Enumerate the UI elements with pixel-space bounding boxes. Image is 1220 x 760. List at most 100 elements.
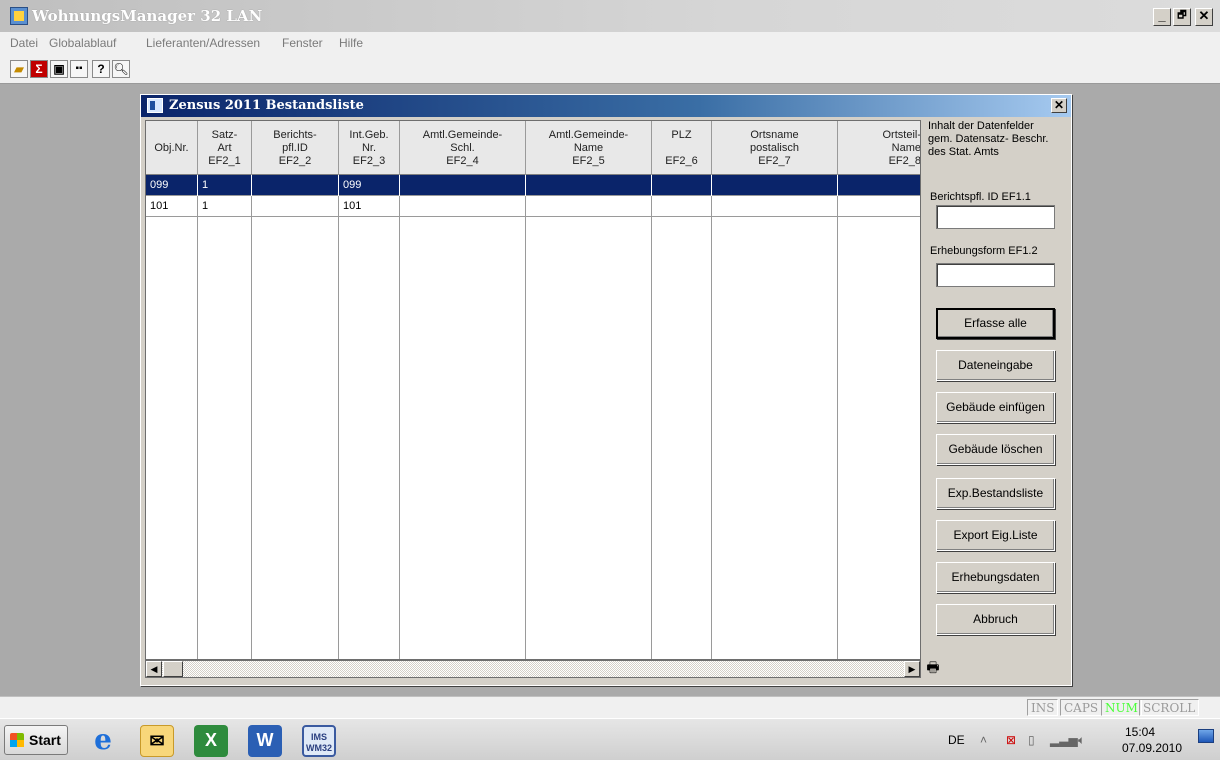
table-cell[interactable]: 099 bbox=[339, 175, 400, 196]
table-row[interactable]: 099 1 099 bbox=[146, 175, 920, 196]
network-error-icon[interactable]: ⊠ bbox=[1006, 733, 1016, 747]
column-header-line: Name bbox=[891, 141, 921, 154]
exp-bestandsliste-button[interactable]: Exp.Bestandsliste bbox=[936, 478, 1055, 509]
column-header-line: EF2_1 bbox=[208, 154, 241, 167]
column-header-line: EF2_6 bbox=[665, 154, 698, 167]
table-row[interactable]: 101 1 101 bbox=[146, 196, 920, 217]
erfasse-alle-button[interactable]: Erfasse alle bbox=[936, 308, 1055, 339]
gebaeude-einfuegen-button[interactable]: Gebäude einfügen bbox=[936, 392, 1055, 423]
column-header[interactable]: Obj.Nr. bbox=[146, 121, 198, 175]
grid-icon[interactable]: ▪▪ bbox=[70, 60, 88, 78]
column-divider bbox=[651, 175, 652, 659]
search-icon[interactable]: 🔍︎ bbox=[112, 60, 130, 78]
close-button[interactable]: ✕ bbox=[1195, 8, 1213, 26]
scroll-left-icon[interactable]: ◀ bbox=[146, 661, 162, 677]
abbruch-button[interactable]: Abbruch bbox=[936, 604, 1055, 635]
minimize-button[interactable]: _ bbox=[1153, 8, 1171, 26]
help-icon[interactable]: ? bbox=[92, 60, 110, 78]
column-header-line: Amtl.Gemeinde- bbox=[422, 128, 503, 141]
export-eig-liste-button[interactable]: Export Eig.Liste bbox=[936, 520, 1055, 551]
scrollbar-thumb[interactable] bbox=[163, 661, 183, 677]
table-cell[interactable] bbox=[838, 196, 920, 217]
table-cell[interactable] bbox=[838, 175, 920, 196]
table-cell[interactable]: 1 bbox=[198, 175, 252, 196]
table-cell[interactable]: 099 bbox=[146, 175, 198, 196]
child-title: Zensus 2011 Bestandsliste bbox=[169, 98, 364, 113]
horizontal-scrollbar[interactable]: ◀ ▶ bbox=[145, 660, 921, 678]
table-cell[interactable] bbox=[252, 196, 339, 217]
device-icon[interactable]: ▯ bbox=[1028, 733, 1035, 747]
column-header-line: Ortsname bbox=[750, 128, 799, 141]
table-cell[interactable] bbox=[712, 196, 838, 217]
table-cell[interactable] bbox=[400, 175, 526, 196]
table-cell[interactable]: 101 bbox=[146, 196, 198, 217]
column-header[interactable]: Satz- Art EF2_1 bbox=[198, 121, 252, 175]
close-icon[interactable]: ✕ bbox=[1051, 98, 1067, 113]
column-divider bbox=[338, 175, 339, 659]
word-icon[interactable]: W bbox=[248, 725, 282, 757]
menu-lieferanten-adressen[interactable]: Lieferanten/Adressen bbox=[146, 36, 260, 50]
clock-date[interactable]: 07.09.2010 bbox=[1116, 741, 1188, 755]
column-header-line: Satz- bbox=[211, 128, 238, 141]
volume-icon[interactable]: 🔈︎ bbox=[1078, 733, 1085, 748]
gebaeude-loeschen-button[interactable]: Gebäude löschen bbox=[936, 434, 1055, 465]
ins-indicator: INS bbox=[1027, 699, 1059, 716]
table-cell[interactable] bbox=[400, 196, 526, 217]
maximize-button[interactable]: 🗗 bbox=[1173, 8, 1191, 26]
column-header[interactable]: Int.Geb. Nr. EF2_3 bbox=[339, 121, 400, 175]
table-cell[interactable] bbox=[526, 196, 652, 217]
child-titlebar: Zensus 2011 Bestandsliste ✕ bbox=[141, 95, 1071, 117]
column-header[interactable]: Ortsname postalisch EF2_7 bbox=[712, 121, 838, 175]
system-tray: DE ˄ ⊠ ▯ ▂▃▅ 🔈︎ 15:04 07.09.2010 bbox=[940, 723, 1218, 757]
table-cell[interactable] bbox=[652, 175, 712, 196]
column-divider bbox=[711, 175, 712, 659]
open-folder-icon[interactable]: ▰ bbox=[10, 60, 28, 78]
save-icon[interactable]: ▣ bbox=[50, 60, 68, 78]
sum-icon[interactable]: Σ bbox=[30, 60, 48, 78]
signal-icon[interactable]: ▂▃▅ bbox=[1050, 733, 1078, 747]
bestandsliste-window: Zensus 2011 Bestandsliste ✕ Obj.Nr. Satz-… bbox=[140, 94, 1072, 686]
table-cell[interactable] bbox=[652, 196, 712, 217]
start-button[interactable]: Start bbox=[4, 725, 68, 755]
info-line: des Stat. Amts bbox=[928, 146, 999, 158]
column-header[interactable]: Amtl.Gemeinde- Name EF2_5 bbox=[526, 121, 652, 175]
language-indicator[interactable]: DE bbox=[948, 733, 965, 747]
column-header[interactable]: Amtl.Gemeinde- Schl. EF2_4 bbox=[400, 121, 526, 175]
column-header[interactable]: Ortsteil- Name EF2_8 bbox=[838, 121, 921, 175]
clock-time[interactable]: 15:04 bbox=[1092, 725, 1188, 739]
table-cell[interactable]: 101 bbox=[339, 196, 400, 217]
table-cell[interactable] bbox=[712, 175, 838, 196]
table-cell[interactable] bbox=[526, 175, 652, 196]
table-cell[interactable]: 1 bbox=[198, 196, 252, 217]
column-header-line: PLZ bbox=[671, 128, 692, 141]
dateneingabe-button[interactable]: Dateneingabe bbox=[936, 350, 1055, 381]
printer-icon[interactable]: 🖶︎ bbox=[923, 658, 943, 678]
internet-explorer-icon[interactable]: e bbox=[86, 725, 120, 757]
menubar: Datei Globalablauf Lieferanten/Adressen … bbox=[0, 32, 1220, 56]
outlook-icon[interactable]: ✉︎ bbox=[140, 725, 174, 757]
column-header[interactable]: PLZ EF2_6 bbox=[652, 121, 712, 175]
menu-globalablauf[interactable]: Globalablauf bbox=[49, 36, 116, 50]
info-line: gem. Datensatz- Beschr. bbox=[928, 133, 1049, 145]
show-desktop-button[interactable] bbox=[1198, 729, 1214, 743]
menu-datei[interactable]: Datei bbox=[10, 36, 38, 50]
menu-hilfe[interactable]: Hilfe bbox=[339, 36, 363, 50]
scroll-right-icon[interactable]: ▶ bbox=[904, 661, 920, 677]
erhebungsdaten-button[interactable]: Erhebungsdaten bbox=[936, 562, 1055, 593]
app-titlebar: WohnungsManager 32 LAN _ 🗗 ✕ bbox=[0, 0, 1220, 32]
column-header-line: EF2_3 bbox=[352, 154, 386, 167]
bestandsliste-grid[interactable]: Obj.Nr. Satz- Art EF2_1 Berichts-pfl.ID EF2_2… bbox=[145, 120, 921, 660]
berichtspfl-id-input[interactable] bbox=[936, 205, 1055, 229]
column-header-line: Berichts- bbox=[273, 128, 317, 141]
berichtspfl-id-label: Berichtspfl. ID EF1.1 bbox=[930, 191, 1031, 203]
show-hidden-icons-icon[interactable]: ˄ bbox=[980, 733, 987, 747]
table-cell[interactable] bbox=[252, 175, 339, 196]
info-line: Inhalt der Datenfelder bbox=[928, 120, 1034, 132]
wohnungsmanager-icon[interactable]: IMS WM32 bbox=[302, 725, 336, 757]
erhebungsform-input[interactable] bbox=[936, 263, 1055, 287]
app-icon bbox=[10, 7, 28, 25]
column-header-line: EF2_2 bbox=[278, 154, 312, 167]
excel-icon[interactable]: X bbox=[194, 725, 228, 757]
column-header[interactable]: Berichts-pfl.ID EF2_2 bbox=[252, 121, 339, 175]
menu-fenster[interactable]: Fenster bbox=[282, 36, 323, 50]
